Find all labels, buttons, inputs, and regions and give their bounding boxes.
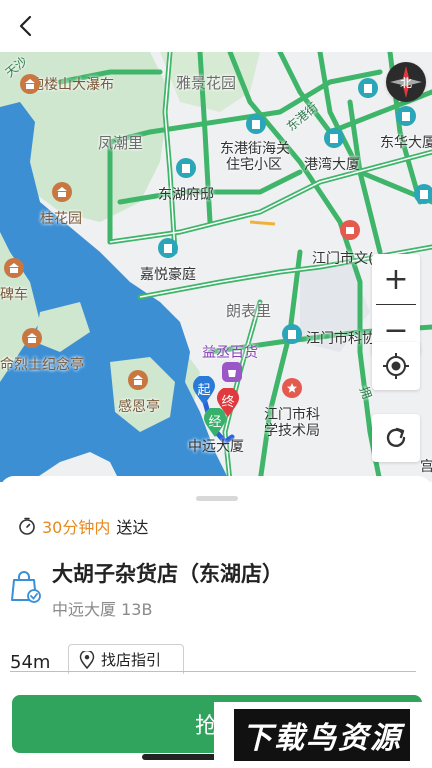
map-label-paibei: 碑车 bbox=[0, 287, 28, 303]
map-label-zhongyuan: 中远大厦 bbox=[188, 439, 244, 455]
start-marker[interactable]: 起 bbox=[192, 375, 216, 406]
scenic-icon bbox=[4, 258, 24, 278]
chevron-left-icon bbox=[19, 15, 32, 37]
shopping-bag-icon bbox=[11, 571, 41, 603]
map-label-fengchaoli: 凤潮里 bbox=[98, 134, 144, 152]
refresh-button[interactable] bbox=[372, 414, 420, 462]
store-address: 中远大厦 13B bbox=[52, 600, 153, 619]
divider bbox=[10, 671, 416, 672]
locate-icon bbox=[383, 353, 409, 379]
building-icon bbox=[358, 78, 378, 98]
locate-button[interactable] bbox=[372, 342, 420, 390]
zoom-in-button[interactable]: + bbox=[372, 254, 420, 304]
shopping-icon bbox=[222, 362, 242, 382]
building-icon bbox=[282, 324, 302, 344]
building-icon bbox=[414, 184, 432, 204]
map-label-kexue-2: 学技术局 bbox=[264, 423, 320, 439]
map-label-gong: 宫 bbox=[420, 459, 432, 475]
via-marker[interactable]: 经 bbox=[203, 407, 227, 438]
back-button[interactable] bbox=[8, 8, 44, 44]
store-guide-button[interactable]: 找店指引 bbox=[68, 644, 184, 674]
scenic-icon bbox=[128, 370, 148, 390]
scenic-icon bbox=[22, 328, 42, 348]
distance-value: 54m bbox=[10, 652, 51, 673]
map-label-donghua: 东华大厦 bbox=[380, 135, 432, 151]
map-label-ganen: 感恩亭 bbox=[118, 399, 160, 415]
map-label-yichengbaihuo: 益丞百货 bbox=[202, 345, 258, 361]
via-marker-label: 经 bbox=[208, 415, 222, 430]
map-label-ganwan: 港湾大厦 bbox=[304, 157, 360, 173]
delivery-time-row: 30分钟内 送达 bbox=[18, 514, 148, 538]
map-label-jiayue: 嘉悦豪庭 bbox=[140, 267, 196, 283]
building-icon bbox=[158, 238, 178, 258]
map-label-zhuzhai: 住宅小区 bbox=[226, 157, 282, 173]
location-pin-icon bbox=[79, 650, 95, 669]
compass-label: 北 bbox=[400, 76, 413, 90]
top-bar bbox=[0, 0, 432, 52]
delivery-time-suffix: 送达 bbox=[116, 518, 149, 537]
watermark-text: 下载鸟资源 bbox=[234, 709, 410, 761]
building-icon bbox=[396, 106, 416, 126]
scenic-icon bbox=[20, 74, 40, 94]
store-guide-label: 找店指引 bbox=[101, 651, 162, 669]
store-name: 大胡子杂货店（东湖店） bbox=[52, 562, 283, 586]
compass-button[interactable]: 北 bbox=[386, 62, 426, 102]
timer-icon bbox=[19, 517, 35, 535]
zoom-control: + − bbox=[372, 254, 420, 356]
map-label-langbiaoli: 朗表里 bbox=[226, 302, 272, 320]
map-label-guihuayuan: 桂花园 bbox=[40, 211, 82, 227]
scenic-icon bbox=[52, 182, 72, 202]
building-icon bbox=[246, 114, 266, 134]
start-marker-label: 起 bbox=[197, 383, 211, 398]
building-icon bbox=[324, 128, 344, 148]
refresh-icon bbox=[386, 427, 406, 447]
map-view[interactable]: 天沙 炮楼山大瀑布 雅景花园 东港街 凤潮里 东港街海关 住宅小区 东华大厦 港… bbox=[0, 52, 432, 482]
government-icon bbox=[340, 220, 360, 240]
building-icon bbox=[176, 158, 196, 178]
map-label-yajing: 雅景花园 bbox=[176, 74, 237, 92]
watermark-logo: 下载鸟资源 bbox=[214, 702, 430, 768]
map-label-jiangmen-wen: 江门市文( bbox=[312, 251, 374, 267]
star-icon bbox=[282, 378, 302, 398]
map-label-paolou-waterfall: 炮楼山大瀑布 bbox=[30, 77, 114, 93]
map-label-lieshi: 命烈士纪念亭 bbox=[0, 357, 84, 373]
delivery-time-value: 30分钟内 bbox=[42, 518, 111, 537]
sheet-handle[interactable] bbox=[196, 496, 238, 501]
map-label-donghufudi: 东湖府邸 bbox=[158, 187, 214, 203]
